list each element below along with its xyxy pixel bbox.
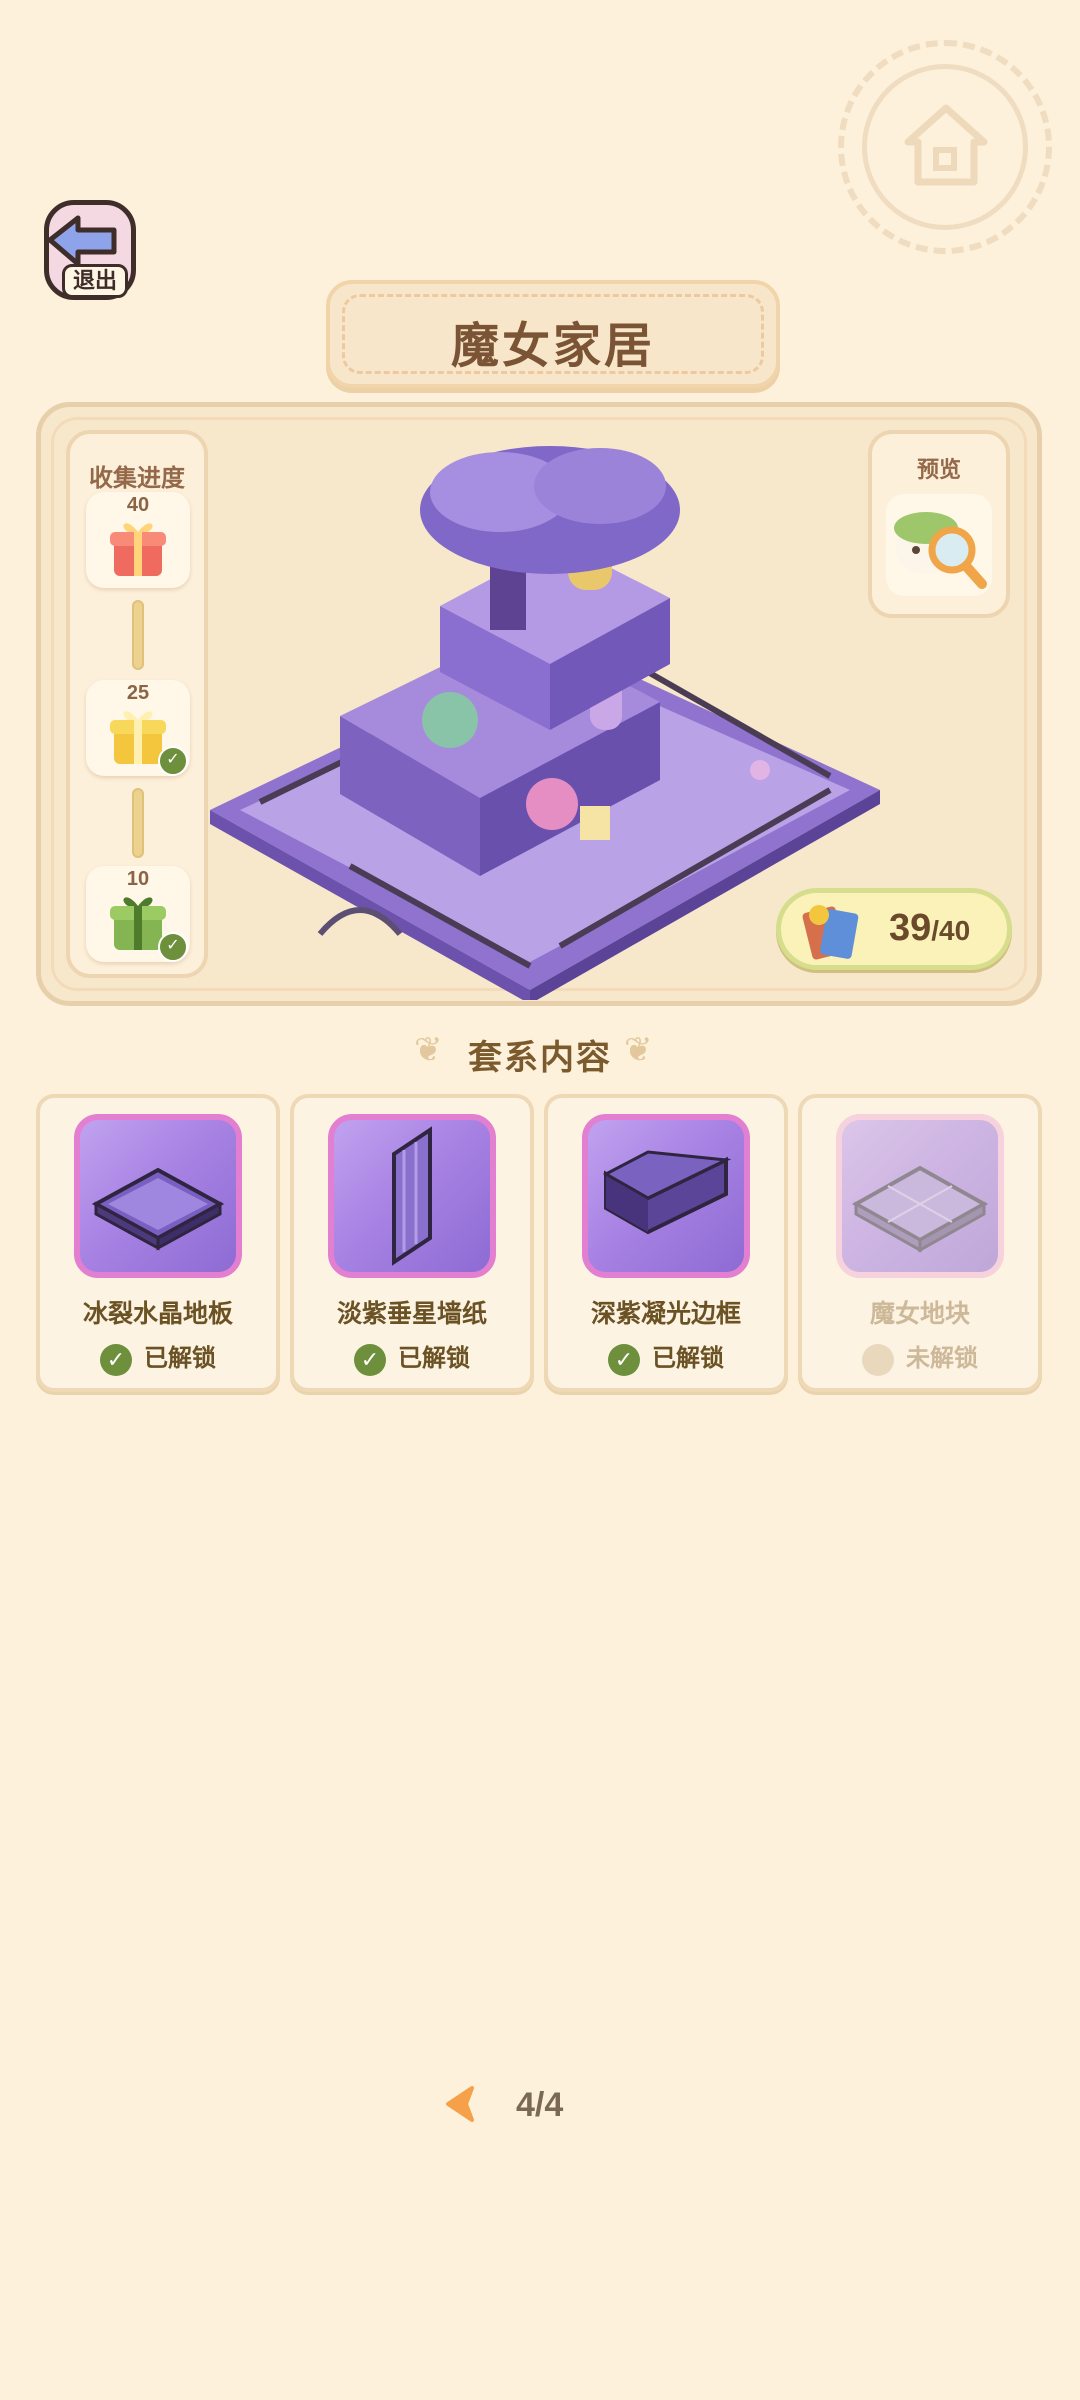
wallpaper-icon [392,1126,432,1266]
page-title: 魔女家居 [450,320,655,373]
check-icon: ✓ [608,1343,640,1376]
preview-button[interactable] [886,494,992,596]
item-name: 深紫凝光边框 [590,1300,741,1328]
page-indicator: 4/4 [516,2086,564,2124]
item-status: ✓ 已解锁 [294,1338,530,1376]
item-art [582,1114,750,1278]
item-card[interactable]: 淡紫垂星墙纸 ✓ 已解锁 [290,1094,534,1392]
magnifier-icon [894,512,987,589]
item-status: •未解锁 [802,1338,1038,1376]
crystal-floor-icon [91,1167,225,1251]
collection-current: 39 [889,907,932,949]
check-icon: ✓ [100,1343,132,1376]
claimed-check-icon: ✓ [158,932,188,962]
collection-progress-panel: 收集进度 40 25 ✓ 10 ✓ [66,430,208,978]
check-icon: ✓ [354,1343,386,1376]
right-ornament-icon: ❦ [624,1031,653,1069]
collection-book-icon [802,905,859,960]
item-art [328,1114,496,1278]
border-frame-icon [602,1150,732,1235]
item-card[interactable]: 深紫凝光边框 ✓ 已解锁 [544,1094,788,1392]
collection-count: 39/40 [776,888,1012,970]
pager: 4/4 [440,2080,660,2140]
reward-40[interactable]: 40 [86,492,190,588]
exit-button[interactable]: 退出 [36,194,144,306]
item-status: ✓ 已解锁 [40,1338,276,1376]
title-plate: 魔女家居 [326,280,780,388]
item-name: 魔女地块 [869,1300,970,1328]
exit-label: 退出 [62,264,128,298]
item-art [74,1114,242,1278]
preview-panel[interactable]: 预览 [868,430,1010,618]
progress-connector [132,600,144,670]
claimed-check-icon: ✓ [158,746,188,776]
item-card[interactable]: 魔女地块 •未解锁 [798,1094,1042,1392]
section-title: 套系内容 [468,1039,612,1077]
collection-total: /40 [931,915,971,946]
item-status: ✓ 已解锁 [548,1338,784,1376]
red-gift-box-icon [110,523,166,576]
home-stamp-icon [838,40,1052,254]
ground-tile-icon [851,1165,989,1253]
item-art [836,1114,1004,1278]
reward-25[interactable]: 25 ✓ [86,680,190,776]
preview-title: 预览 [916,457,961,482]
progress-title: 收集进度 [89,465,185,492]
back-arrow-icon [47,215,117,267]
progress-connector [132,788,144,858]
reward-10[interactable]: 10 ✓ [86,866,190,962]
prev-page-arrow-icon[interactable] [440,2084,480,2124]
lock-status-dot-icon: • [862,1343,894,1376]
item-name: 淡紫垂星墙纸 [336,1300,487,1328]
collection-count-text: 39/40 [889,907,970,950]
item-card[interactable]: 冰裂水晶地板 ✓ 已解锁 [36,1094,280,1392]
item-name: 冰裂水晶地板 [82,1300,233,1328]
